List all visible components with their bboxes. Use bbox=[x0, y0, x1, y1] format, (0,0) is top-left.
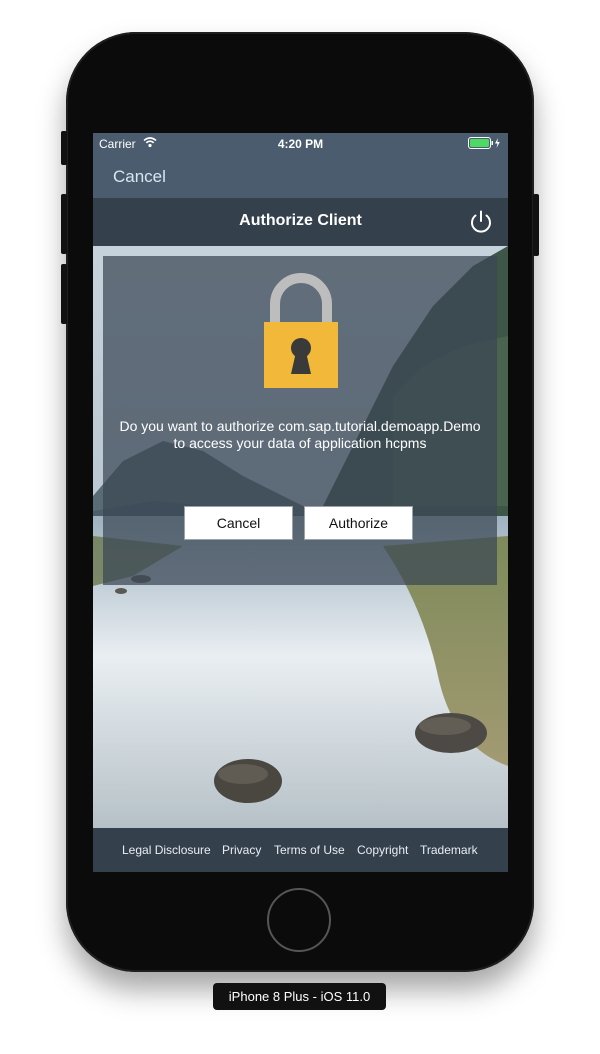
navigation-bar: Cancel bbox=[93, 155, 508, 198]
volume-up-button bbox=[61, 194, 67, 254]
padlock-icon bbox=[264, 270, 338, 388]
authorize-button[interactable]: Authorize bbox=[304, 506, 413, 540]
footer-link-trademark[interactable]: Trademark bbox=[420, 843, 478, 857]
volume-down-button bbox=[61, 264, 67, 324]
footer-link-copyright[interactable]: Copyright bbox=[357, 843, 408, 857]
app-screen: Carrier 4:20 PM Cancel Authorize Client bbox=[93, 133, 508, 872]
home-button[interactable] bbox=[267, 888, 331, 952]
footer-link-privacy[interactable]: Privacy bbox=[222, 843, 261, 857]
nav-cancel-button[interactable]: Cancel bbox=[113, 167, 166, 187]
battery-charging-icon bbox=[468, 137, 502, 152]
power-icon[interactable] bbox=[468, 209, 494, 235]
authorization-message: Do you want to authorize com.sap.tutoria… bbox=[103, 418, 497, 452]
message-line-2: to access your data of application hcpms bbox=[173, 435, 427, 451]
simulator-device-label: iPhone 8 Plus - iOS 11.0 bbox=[213, 983, 386, 1010]
footer: Legal Disclosure Privacy Terms of Use Co… bbox=[93, 828, 508, 872]
footer-link-legal-disclosure[interactable]: Legal Disclosure bbox=[122, 843, 211, 857]
page-title: Authorize Client bbox=[239, 212, 362, 229]
side-power-button bbox=[533, 194, 539, 256]
status-time: 4:20 PM bbox=[277, 137, 324, 151]
mute-switch bbox=[61, 131, 67, 165]
footer-link-terms-of-use[interactable]: Terms of Use bbox=[274, 843, 345, 857]
status-bar: Carrier 4:20 PM bbox=[93, 133, 508, 155]
cancel-button[interactable]: Cancel bbox=[184, 506, 293, 540]
title-bar: Authorize Client bbox=[93, 198, 508, 246]
message-line-1: Do you want to authorize com.sap.tutoria… bbox=[119, 418, 481, 434]
authorization-dialog: Do you want to authorize com.sap.tutoria… bbox=[103, 256, 497, 585]
